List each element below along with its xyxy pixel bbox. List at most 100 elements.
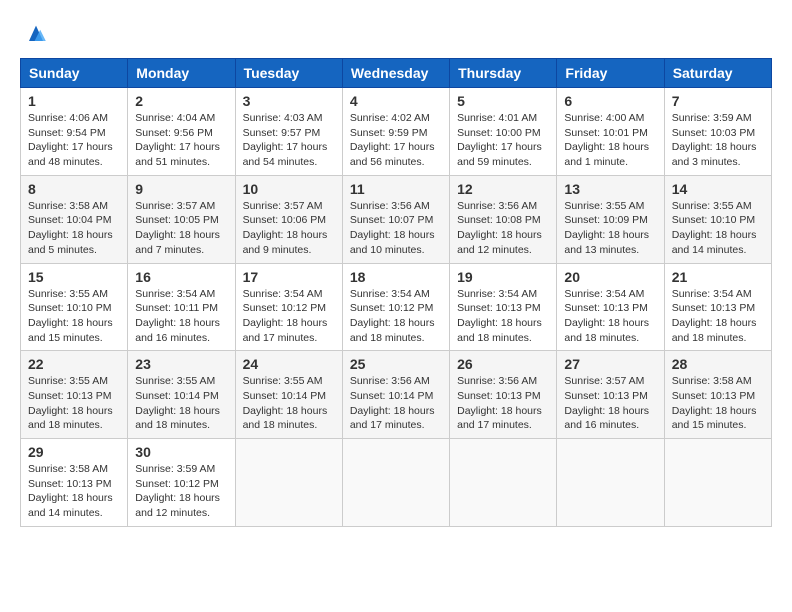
calendar-cell: 19 Sunrise: 3:54 AM Sunset: 10:13 PM Dayl… — [450, 263, 557, 351]
day-number: 5 — [457, 93, 549, 109]
day-info: Sunrise: 3:55 AM Sunset: 10:13 PM Daylig… — [28, 374, 120, 433]
day-number: 13 — [564, 181, 656, 197]
day-info: Sunrise: 3:54 AM Sunset: 10:13 PM Daylig… — [457, 287, 549, 346]
day-number: 23 — [135, 356, 227, 372]
day-info: Sunrise: 3:59 AM Sunset: 10:03 PM Daylig… — [672, 111, 764, 170]
logo — [20, 20, 50, 48]
day-number: 17 — [243, 269, 335, 285]
calendar-cell — [235, 439, 342, 527]
day-info: Sunrise: 4:00 AM Sunset: 10:01 PM Daylig… — [564, 111, 656, 170]
day-info: Sunrise: 3:54 AM Sunset: 10:12 PM Daylig… — [243, 287, 335, 346]
day-number: 11 — [350, 181, 442, 197]
calendar-cell: 23 Sunrise: 3:55 AM Sunset: 10:14 PM Dayl… — [128, 351, 235, 439]
calendar-cell: 25 Sunrise: 3:56 AM Sunset: 10:14 PM Dayl… — [342, 351, 449, 439]
calendar-table: SundayMondayTuesdayWednesdayThursdayFrid… — [20, 58, 772, 527]
calendar-cell: 18 Sunrise: 3:54 AM Sunset: 10:12 PM Dayl… — [342, 263, 449, 351]
day-info: Sunrise: 3:57 AM Sunset: 10:13 PM Daylig… — [564, 374, 656, 433]
day-info: Sunrise: 3:55 AM Sunset: 10:10 PM Daylig… — [28, 287, 120, 346]
day-number: 22 — [28, 356, 120, 372]
day-number: 20 — [564, 269, 656, 285]
weekday-header-wednesday: Wednesday — [342, 59, 449, 88]
calendar-cell — [450, 439, 557, 527]
calendar-cell: 2 Sunrise: 4:04 AM Sunset: 9:56 PM Daylig… — [128, 88, 235, 176]
calendar-week-2: 8 Sunrise: 3:58 AM Sunset: 10:04 PM Dayli… — [21, 175, 772, 263]
calendar-cell: 22 Sunrise: 3:55 AM Sunset: 10:13 PM Dayl… — [21, 351, 128, 439]
calendar-cell: 6Sunrise: 4:00 AM Sunset: 10:01 PM Dayli… — [557, 88, 664, 176]
day-info: Sunrise: 3:56 AM Sunset: 10:08 PM Daylig… — [457, 199, 549, 258]
calendar-cell: 24Sunrise: 3:55 AM Sunset: 10:14 PM Dayl… — [235, 351, 342, 439]
calendar-cell: 30Sunrise: 3:59 AM Sunset: 10:12 PM Dayl… — [128, 439, 235, 527]
day-number: 19 — [457, 269, 549, 285]
weekday-header-friday: Friday — [557, 59, 664, 88]
day-info: Sunrise: 3:57 AM Sunset: 10:05 PM Daylig… — [135, 199, 227, 258]
day-info: Sunrise: 3:54 AM Sunset: 10:13 PM Daylig… — [672, 287, 764, 346]
day-number: 16 — [135, 269, 227, 285]
weekday-header-monday: Monday — [128, 59, 235, 88]
day-info: Sunrise: 3:58 AM Sunset: 10:04 PM Daylig… — [28, 199, 120, 258]
day-number: 2 — [135, 93, 227, 109]
day-info: Sunrise: 4:03 AM Sunset: 9:57 PM Dayligh… — [243, 111, 335, 170]
calendar-cell: 1 Sunrise: 4:06 AM Sunset: 9:54 PM Daylig… — [21, 88, 128, 176]
day-info: Sunrise: 3:56 AM Sunset: 10:14 PM Daylig… — [350, 374, 442, 433]
weekday-header-sunday: Sunday — [21, 59, 128, 88]
day-info: Sunrise: 3:57 AM Sunset: 10:06 PM Daylig… — [243, 199, 335, 258]
day-info: Sunrise: 4:04 AM Sunset: 9:56 PM Dayligh… — [135, 111, 227, 170]
day-number: 3 — [243, 93, 335, 109]
day-info: Sunrise: 4:02 AM Sunset: 9:59 PM Dayligh… — [350, 111, 442, 170]
calendar-cell: 3 Sunrise: 4:03 AM Sunset: 9:57 PM Daylig… — [235, 88, 342, 176]
day-number: 29 — [28, 444, 120, 460]
calendar-cell: 9 Sunrise: 3:57 AM Sunset: 10:05 PM Dayli… — [128, 175, 235, 263]
day-number: 8 — [28, 181, 120, 197]
day-number: 30 — [135, 444, 227, 460]
day-number: 14 — [672, 181, 764, 197]
calendar-cell: 8 Sunrise: 3:58 AM Sunset: 10:04 PM Dayli… — [21, 175, 128, 263]
calendar-week-3: 15 Sunrise: 3:55 AM Sunset: 10:10 PM Dayl… — [21, 263, 772, 351]
day-info: Sunrise: 3:54 AM Sunset: 10:13 PM Daylig… — [564, 287, 656, 346]
day-info: Sunrise: 3:58 AM Sunset: 10:13 PM Daylig… — [672, 374, 764, 433]
day-number: 18 — [350, 269, 442, 285]
day-number: 25 — [350, 356, 442, 372]
calendar-body: 1 Sunrise: 4:06 AM Sunset: 9:54 PM Daylig… — [21, 88, 772, 527]
day-info: Sunrise: 3:55 AM Sunset: 10:14 PM Daylig… — [135, 374, 227, 433]
calendar-cell: 10 Sunrise: 3:57 AM Sunset: 10:06 PM Dayl… — [235, 175, 342, 263]
calendar-cell: 11 Sunrise: 3:56 AM Sunset: 10:07 PM Dayl… — [342, 175, 449, 263]
day-info: Sunrise: 3:55 AM Sunset: 10:10 PM Daylig… — [672, 199, 764, 258]
weekday-header-saturday: Saturday — [664, 59, 771, 88]
day-info: Sunrise: 4:06 AM Sunset: 9:54 PM Dayligh… — [28, 111, 120, 170]
day-number: 9 — [135, 181, 227, 197]
weekday-header-tuesday: Tuesday — [235, 59, 342, 88]
day-number: 4 — [350, 93, 442, 109]
calendar-cell — [557, 439, 664, 527]
calendar-cell: 17 Sunrise: 3:54 AM Sunset: 10:12 PM Dayl… — [235, 263, 342, 351]
calendar-cell — [664, 439, 771, 527]
day-number: 7 — [672, 93, 764, 109]
calendar-cell: 20 Sunrise: 3:54 AM Sunset: 10:13 PM Dayl… — [557, 263, 664, 351]
calendar-cell: 5Sunrise: 4:01 AM Sunset: 10:00 PM Dayli… — [450, 88, 557, 176]
day-info: Sunrise: 3:54 AM Sunset: 10:11 PM Daylig… — [135, 287, 227, 346]
day-info: Sunrise: 3:54 AM Sunset: 10:12 PM Daylig… — [350, 287, 442, 346]
calendar-cell: 28Sunrise: 3:58 AM Sunset: 10:13 PM Dayl… — [664, 351, 771, 439]
logo-icon — [22, 20, 50, 48]
calendar-header: SundayMondayTuesdayWednesdayThursdayFrid… — [21, 59, 772, 88]
day-info: Sunrise: 3:58 AM Sunset: 10:13 PM Daylig… — [28, 462, 120, 521]
day-number: 21 — [672, 269, 764, 285]
day-number: 10 — [243, 181, 335, 197]
weekday-header-row: SundayMondayTuesdayWednesdayThursdayFrid… — [21, 59, 772, 88]
calendar-week-1: 1 Sunrise: 4:06 AM Sunset: 9:54 PM Daylig… — [21, 88, 772, 176]
day-number: 15 — [28, 269, 120, 285]
day-info: Sunrise: 3:55 AM Sunset: 10:09 PM Daylig… — [564, 199, 656, 258]
calendar-cell: 13 Sunrise: 3:55 AM Sunset: 10:09 PM Dayl… — [557, 175, 664, 263]
day-info: Sunrise: 3:56 AM Sunset: 10:13 PM Daylig… — [457, 374, 549, 433]
calendar-cell: 27 Sunrise: 3:57 AM Sunset: 10:13 PM Dayl… — [557, 351, 664, 439]
calendar-week-4: 22 Sunrise: 3:55 AM Sunset: 10:13 PM Dayl… — [21, 351, 772, 439]
calendar-cell: 14 Sunrise: 3:55 AM Sunset: 10:10 PM Dayl… — [664, 175, 771, 263]
day-number: 24 — [243, 356, 335, 372]
day-number: 1 — [28, 93, 120, 109]
day-number: 27 — [564, 356, 656, 372]
calendar-cell: 29 Sunrise: 3:58 AM Sunset: 10:13 PM Dayl… — [21, 439, 128, 527]
day-number: 12 — [457, 181, 549, 197]
day-info: Sunrise: 3:56 AM Sunset: 10:07 PM Daylig… — [350, 199, 442, 258]
weekday-header-thursday: Thursday — [450, 59, 557, 88]
calendar-week-5: 29 Sunrise: 3:58 AM Sunset: 10:13 PM Dayl… — [21, 439, 772, 527]
calendar-cell: 16 Sunrise: 3:54 AM Sunset: 10:11 PM Dayl… — [128, 263, 235, 351]
